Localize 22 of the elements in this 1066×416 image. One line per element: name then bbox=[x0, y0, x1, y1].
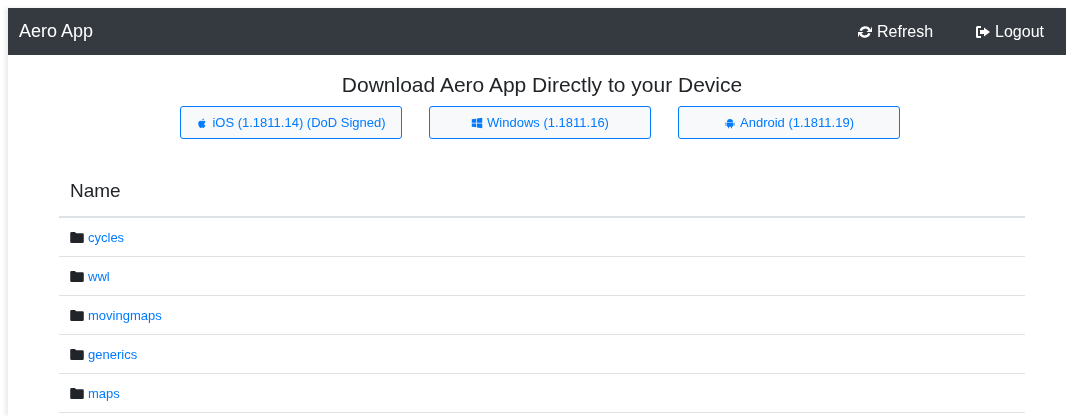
refresh-icon bbox=[857, 23, 874, 40]
download-button[interactable]: iOS (1.1811.14) (DoD Signed) bbox=[180, 106, 402, 139]
page-heading: Download Aero App Directly to your Device bbox=[340, 72, 744, 98]
refresh-link[interactable]: Refresh bbox=[857, 22, 934, 41]
folder-icon bbox=[70, 309, 84, 321]
folder-link[interactable]: cycles bbox=[88, 229, 125, 245]
windows-icon bbox=[471, 116, 484, 129]
folder-icon bbox=[70, 270, 84, 282]
folder-link[interactable]: movingmaps bbox=[88, 307, 162, 323]
download-button[interactable]: Android (1.1811.19) bbox=[678, 106, 900, 139]
app-title[interactable]: Aero App bbox=[19, 21, 94, 42]
column-header: Name bbox=[70, 180, 121, 202]
folder-link[interactable]: maps bbox=[88, 385, 120, 401]
logout-link[interactable]: Logout bbox=[975, 22, 1044, 41]
download-button[interactable]: Windows (1.1811.16) bbox=[429, 106, 651, 139]
folder-icon bbox=[70, 387, 84, 399]
folder-icon bbox=[70, 231, 84, 243]
android-icon bbox=[724, 116, 736, 129]
folder-icon bbox=[70, 348, 84, 360]
folder-link[interactable]: wwl bbox=[88, 268, 110, 284]
sign-out-icon bbox=[975, 23, 992, 40]
folder-link[interactable]: generics bbox=[88, 346, 138, 362]
